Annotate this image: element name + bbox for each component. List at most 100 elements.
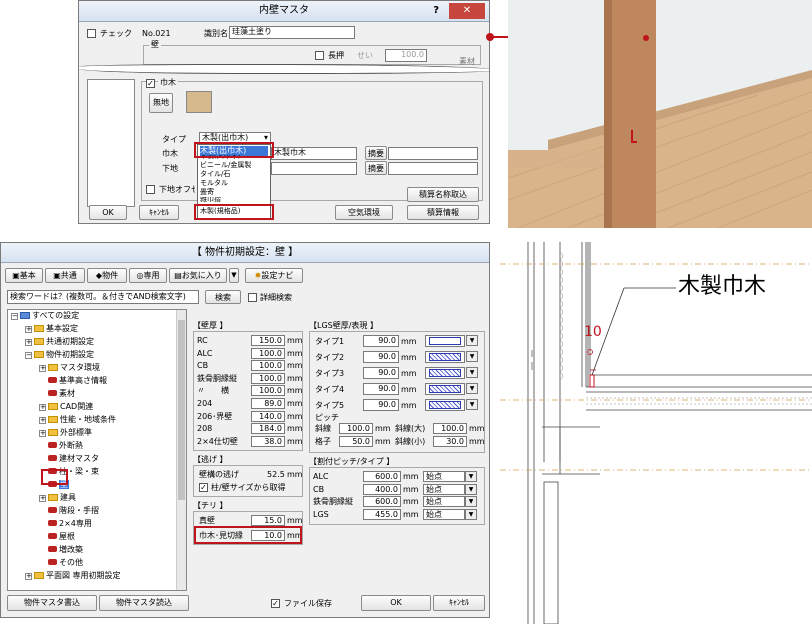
wari-pitch-input[interactable]: 400.0 xyxy=(363,483,401,495)
tekiyo-button-2[interactable]: 摘要 xyxy=(365,161,387,175)
type-option-7[interactable]: 雑巾摺 xyxy=(200,197,221,202)
chevron-down-icon[interactable]: ▼ xyxy=(466,335,478,346)
tekiyo-input-2[interactable] xyxy=(388,162,478,175)
tree-item[interactable]: 外断熱 xyxy=(39,441,83,451)
lgs-pattern-select[interactable] xyxy=(425,335,465,347)
wari-pitch-input[interactable]: 600.0 xyxy=(363,496,401,507)
sei-input[interactable]: 100.0 xyxy=(385,49,427,62)
tree-scrollbar-thumb[interactable] xyxy=(178,320,185,500)
wari-type-select[interactable]: 始点 xyxy=(423,496,465,507)
detail-search-checkbox[interactable] xyxy=(248,293,257,302)
chevron-down-icon[interactable]: ▼ xyxy=(466,399,478,410)
tree-item[interactable]: + 外部標準 xyxy=(39,428,92,438)
pitch-input[interactable]: 100.0 xyxy=(339,423,373,434)
type-option-3[interactable]: ビニール/金属製 xyxy=(200,161,251,170)
sekisan-joho-button[interactable]: 積算情報 xyxy=(407,205,479,220)
tab-dedicated[interactable]: ◎専用 xyxy=(129,268,167,283)
tree-item[interactable]: その他 xyxy=(39,558,83,568)
favorites-dropdown-button[interactable]: ▼ xyxy=(229,268,239,283)
wall-thickness-input[interactable]: 150.0 xyxy=(251,335,285,346)
tree-expander[interactable]: + xyxy=(25,326,32,333)
type-option-4[interactable]: タイル/石 xyxy=(200,170,230,179)
chiri-input-1[interactable]: 15.0 xyxy=(251,515,285,526)
habaki-checkbox[interactable]: ✓ xyxy=(146,79,155,88)
tab-property[interactable]: ◆物件 xyxy=(87,268,127,283)
wari-pitch-input[interactable]: 600.0 xyxy=(363,471,401,482)
pitch-input-2[interactable]: 100.0 xyxy=(433,423,467,434)
tree-expander[interactable]: + xyxy=(25,339,32,346)
pitch-input[interactable]: 50.0 xyxy=(339,436,373,447)
wari-type-select[interactable]: 始点 xyxy=(423,471,465,482)
tree-expander[interactable]: + xyxy=(39,404,46,411)
tree-expander[interactable]: + xyxy=(39,495,46,502)
tree-item[interactable]: 素材 xyxy=(39,389,75,399)
tree-item[interactable]: + CAD関連 xyxy=(39,402,93,412)
help-button[interactable]: ? xyxy=(433,1,439,21)
lgs-thickness-input[interactable]: 90.0 xyxy=(363,335,399,347)
file-save-checkbox[interactable]: ✓ xyxy=(271,599,280,608)
chevron-down-icon[interactable]: ▼ xyxy=(465,496,477,507)
nige-checkbox[interactable]: ✓ xyxy=(199,483,208,492)
tab-favorites[interactable]: ▤お気に入り xyxy=(169,268,227,283)
wall-thickness-input[interactable]: 100.0 xyxy=(251,347,285,359)
tree-item[interactable]: 増改築 xyxy=(39,545,83,555)
tree-expander[interactable]: − xyxy=(25,352,32,359)
wari-type-select[interactable]: 始点 xyxy=(423,508,465,520)
kuki-kankyo-button[interactable]: 空気環境 xyxy=(335,205,393,220)
lgs-pattern-select[interactable] xyxy=(425,399,465,411)
type-option-6[interactable]: 畳寄 xyxy=(200,188,214,197)
tab-basic[interactable]: ▣基本 xyxy=(5,268,43,283)
lgs-pattern-select[interactable] xyxy=(425,367,465,379)
chevron-down-icon[interactable]: ▼ xyxy=(466,383,478,394)
wood-texture-swatch[interactable] xyxy=(186,91,212,113)
tree-item[interactable]: + 性能・地域条件 xyxy=(39,415,116,425)
pitch-input-2[interactable]: 30.0 xyxy=(433,436,467,447)
wall-thickness-input[interactable]: 140.0 xyxy=(251,410,285,422)
chevron-down-icon[interactable]: ▼ xyxy=(465,483,477,495)
tree-item[interactable]: 基準高さ情報 xyxy=(39,376,107,386)
wall-thickness-input[interactable]: 100.0 xyxy=(251,385,285,397)
shitaji-input[interactable] xyxy=(271,162,357,175)
tree-expander[interactable]: + xyxy=(39,430,46,437)
mushi-button[interactable]: 無地 xyxy=(149,93,173,113)
chevron-down-icon[interactable]: ▼ xyxy=(465,471,477,482)
tree-expander[interactable]: + xyxy=(25,573,32,580)
master-write-button[interactable]: 物件マスタ書込 xyxy=(7,595,97,611)
habaki-name-input[interactable]: 木製巾木 xyxy=(271,147,357,160)
tree-item[interactable]: + 基本設定 xyxy=(25,324,78,334)
settings-cancel-button[interactable]: ｷｬﾝｾﾙ xyxy=(433,595,485,611)
tree-expander[interactable]: + xyxy=(39,365,46,372)
lgs-thickness-input[interactable]: 90.0 xyxy=(363,383,399,395)
tree-item[interactable]: + マスタ環境 xyxy=(39,363,100,373)
sekisan-meisho-button[interactable]: 積算名称取込 xyxy=(407,187,479,202)
tree-item[interactable]: + 平面図 専用初期設定 xyxy=(25,571,121,581)
lgs-pattern-select[interactable] xyxy=(425,383,465,395)
lgs-pattern-select[interactable] xyxy=(425,351,465,363)
wall-thickness-input[interactable]: 100.0 xyxy=(251,372,285,384)
master-read-button[interactable]: 物件マスタ読込 xyxy=(99,595,189,611)
wall-thickness-input[interactable]: 38.0 xyxy=(251,435,285,447)
wari-type-select[interactable]: 始点 xyxy=(423,483,465,495)
settings-ok-button[interactable]: OK xyxy=(361,595,431,611)
tree-item[interactable]: 屋根 xyxy=(39,532,75,542)
check-checkbox[interactable] xyxy=(87,29,96,38)
tree-expander[interactable]: − xyxy=(11,313,18,320)
tab-common[interactable]: ▣共通 xyxy=(45,268,85,283)
shitaji-offset-checkbox[interactable] xyxy=(146,185,155,194)
tree-item[interactable]: 2×4専用 xyxy=(39,519,92,529)
tree-item[interactable]: − すべての設定 xyxy=(11,311,79,321)
search-input[interactable]: 検索ワードは？(複数可。＆付きでAND検索文字) xyxy=(7,290,199,304)
type-option-5[interactable]: モルタル xyxy=(200,179,228,188)
id-name-input[interactable]: 珪藻土塗り xyxy=(229,26,355,39)
tree-item[interactable]: − 物件初期設定 xyxy=(25,350,94,360)
wall-thickness-input[interactable]: 184.0 xyxy=(251,423,285,435)
wall-thickness-input[interactable]: 100.0 xyxy=(251,360,285,372)
tree-item[interactable]: + 建具 xyxy=(39,493,76,503)
cancel-button[interactable]: ｷｬﾝｾﾙ xyxy=(139,205,179,220)
tekiyo-button-1[interactable]: 摘要 xyxy=(365,146,387,160)
tree-item[interactable]: 建材マスタ xyxy=(39,454,99,464)
chevron-down-icon[interactable]: ▼ xyxy=(466,367,478,378)
tree-item[interactable]: + 共通初期設定 xyxy=(25,337,94,347)
nagaoshi-checkbox[interactable] xyxy=(315,51,324,60)
tree-scrollbar[interactable] xyxy=(176,310,186,590)
